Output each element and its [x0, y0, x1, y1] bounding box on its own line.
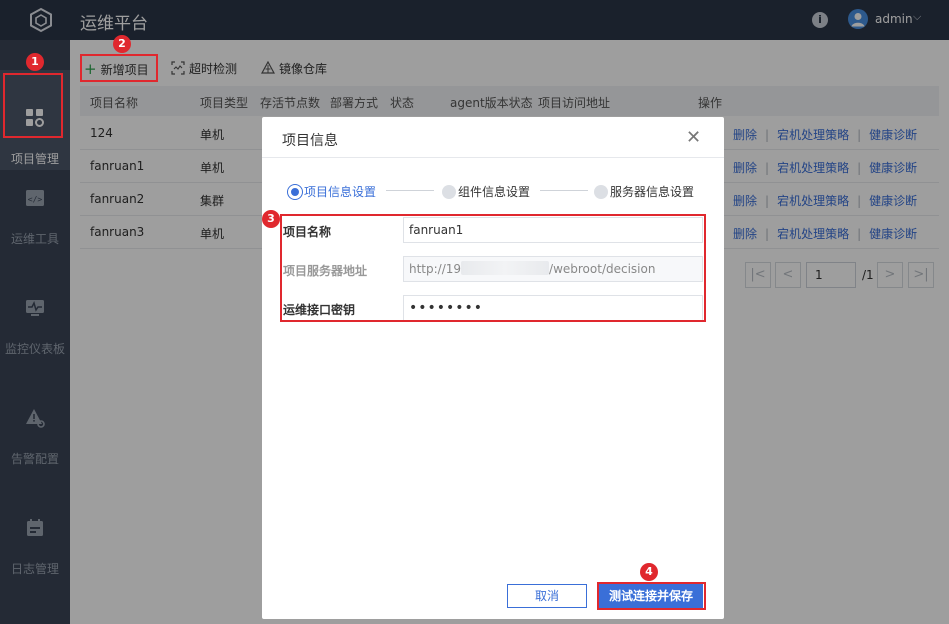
step-project-info[interactable]: 项目信息设置: [288, 183, 376, 200]
step-component-info[interactable]: 组件信息设置: [442, 183, 530, 200]
annotation-box-3: [280, 214, 706, 322]
step-dot-icon: [594, 185, 608, 199]
step-server-info[interactable]: 服务器信息设置: [594, 183, 694, 200]
step-marker-1: 1: [26, 53, 44, 71]
step-marker-4: 4: [640, 563, 658, 581]
dialog-title: 项目信息: [282, 133, 338, 149]
step-marker-3: 3: [262, 210, 280, 228]
step-dot-icon: [288, 185, 302, 199]
divider: [262, 157, 724, 158]
close-icon[interactable]: ✕: [686, 127, 701, 148]
step-dot-icon: [442, 185, 456, 199]
step-marker-2: 2: [113, 35, 131, 53]
step-connector: [540, 190, 588, 191]
annotation-box-2: [80, 54, 158, 82]
step-connector: [386, 190, 434, 191]
annotation-box-4: [597, 582, 706, 610]
cancel-button[interactable]: 取消: [507, 584, 587, 608]
project-info-dialog: 项目信息 ✕ 项目信息设置 组件信息设置 服务器信息设置 项目名称 fanrua…: [262, 117, 724, 619]
annotation-box-1: [3, 73, 63, 138]
